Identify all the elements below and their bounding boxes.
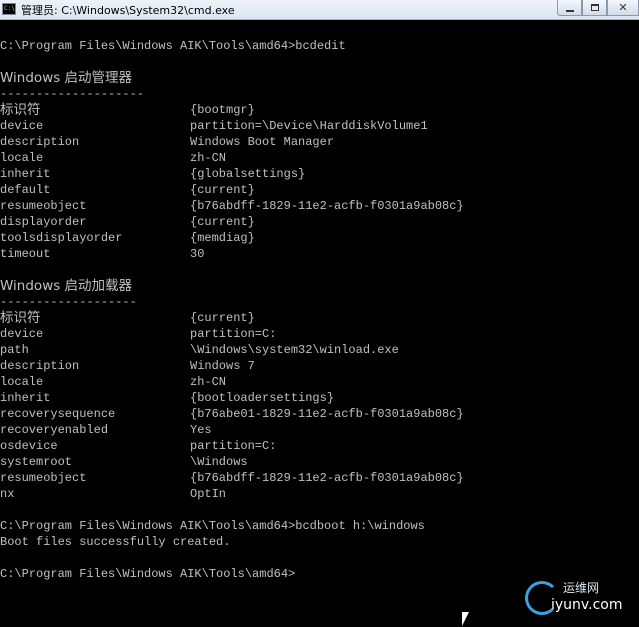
entry-key: default: [0, 183, 51, 197]
cmd-window: C:\ 管理员: C:\Windows\System32\cmd.exe ✕ C…: [0, 0, 639, 627]
entry-value: {current}: [190, 183, 255, 197]
section-separator: -------------------: [0, 295, 137, 309]
entry-key: systemroot: [0, 455, 73, 469]
entry-key: device: [0, 327, 44, 341]
mouse-cursor-icon: [462, 612, 469, 626]
entry-row: osdevice partition=C:: [0, 438, 639, 454]
entry-value: {b76abe01-1829-11e2-acfb-f0301a9ab08c}: [190, 407, 464, 421]
entry-value: partition=\Device\HarddiskVolume1: [190, 119, 428, 133]
entry-row: device partition=C:: [0, 326, 639, 342]
close-button[interactable]: ✕: [607, 0, 639, 16]
entry-row: recoverysequence {b76abe01-1829-11e2-acfb…: [0, 406, 639, 422]
entry-row: 标识符 {bootmgr}: [0, 102, 639, 118]
command-result: Boot files successfully created.: [0, 535, 231, 549]
entry-key: description: [0, 135, 80, 149]
entry-key: inherit: [0, 391, 51, 405]
entry-row: inherit {globalsettings}: [0, 166, 639, 182]
entry-value: zh-CN: [190, 151, 227, 165]
entry-key: resumeobject: [0, 199, 87, 213]
entry-row: path \Windows\system32\winload.exe: [0, 342, 639, 358]
entry-row: recoveryenabled Yes: [0, 422, 639, 438]
title-bar[interactable]: C:\ 管理员: C:\Windows\System32\cmd.exe ✕: [0, 0, 639, 20]
entry-value: {memdiag}: [190, 231, 255, 245]
entry-row: inherit {bootloadersettings}: [0, 390, 639, 406]
command-line: C:\Program Files\Windows AIK\Tools\amd64…: [0, 519, 425, 533]
section-heading: Windows 启动加载器: [0, 278, 133, 294]
entry-row: displayorder {current}: [0, 214, 639, 230]
entry-row: timeout 30: [0, 246, 639, 262]
window-title: 管理员: C:\Windows\System32\cmd.exe: [21, 4, 235, 17]
cmd-app-icon[interactable]: C:\: [2, 3, 16, 15]
entry-key: toolsdisplayorder: [0, 231, 123, 245]
entry-key: description: [0, 359, 80, 373]
maximize-icon: [590, 4, 599, 11]
section-heading: Windows 启动管理器: [0, 70, 133, 86]
entry-row: nx OptIn: [0, 486, 639, 502]
command-line: C:\Program Files\Windows AIK\Tools\amd64…: [0, 39, 346, 53]
boot-loader-entries: 标识符 {current} device partition=C: path \Win…: [0, 310, 639, 502]
entry-key: recoverysequence: [0, 407, 116, 421]
entry-value: Windows Boot Manager: [190, 135, 335, 149]
entry-row: default {current}: [0, 182, 639, 198]
watermark-url: iyunv.com: [551, 597, 623, 613]
entry-key: recoveryenabled: [0, 423, 109, 437]
entry-value: {globalsettings}: [190, 167, 306, 181]
entry-row: description Windows 7: [0, 358, 639, 374]
entry-key: nx: [0, 487, 15, 501]
entry-row: resumeobject {b76abdff-1829-11e2-acfb-f03…: [0, 470, 639, 486]
entry-value: Windows 7: [190, 359, 255, 373]
maximize-button[interactable]: [582, 0, 607, 16]
entry-value: Yes: [190, 423, 212, 437]
entry-value: partition=C:: [190, 327, 277, 341]
console-output[interactable]: C:\Program Files\Windows AIK\Tools\amd64…: [0, 38, 639, 582]
entry-value: {bootmgr}: [190, 103, 255, 117]
entry-value: OptIn: [190, 487, 227, 501]
entry-key: 标识符: [0, 310, 41, 326]
entry-key: osdevice: [0, 439, 58, 453]
entry-key: displayorder: [0, 215, 87, 229]
entry-row: locale zh-CN: [0, 150, 639, 166]
entry-row: 标识符 {current}: [0, 310, 639, 326]
entry-value: {current}: [190, 215, 255, 229]
entry-row: toolsdisplayorder {memdiag}: [0, 230, 639, 246]
entry-row: description Windows Boot Manager: [0, 134, 639, 150]
entry-value: \Windows: [190, 455, 248, 469]
entry-value: {bootloadersettings}: [190, 391, 335, 405]
watermark-site-name: 运维网: [563, 581, 600, 595]
entry-value: {b76abdff-1829-11e2-acfb-f0301a9ab08c}: [190, 471, 464, 485]
entry-value: \Windows\system32\winload.exe: [190, 343, 399, 357]
entry-key: path: [0, 343, 29, 357]
entry-value: {b76abdff-1829-11e2-acfb-f0301a9ab08c}: [190, 199, 464, 213]
entry-key: timeout: [0, 247, 51, 261]
minimize-icon: [565, 9, 574, 12]
entry-key: device: [0, 119, 44, 133]
entry-key: locale: [0, 375, 44, 389]
entry-key: resumeobject: [0, 471, 87, 485]
boot-manager-entries: 标识符 {bootmgr} device partition=\Device\Har…: [0, 102, 639, 262]
entry-value: 30: [190, 247, 205, 261]
minimize-button[interactable]: [557, 0, 582, 16]
entry-key: inherit: [0, 167, 51, 181]
entry-row: systemroot \Windows: [0, 454, 639, 470]
site-watermark: 运维网 iyunv.com: [525, 579, 635, 621]
entry-key: 标识符: [0, 102, 41, 118]
entry-row: resumeobject {b76abdff-1829-11e2-acfb-f03…: [0, 198, 639, 214]
entry-key: locale: [0, 151, 44, 165]
entry-value: partition=C:: [190, 439, 277, 453]
entry-row: device partition=\Device\HarddiskVolume1: [0, 118, 639, 134]
close-icon: ✕: [618, 0, 628, 14]
entry-row: locale zh-CN: [0, 374, 639, 390]
entry-value: {current}: [190, 311, 255, 325]
section-separator: --------------------: [0, 87, 145, 101]
entry-value: zh-CN: [190, 375, 227, 389]
